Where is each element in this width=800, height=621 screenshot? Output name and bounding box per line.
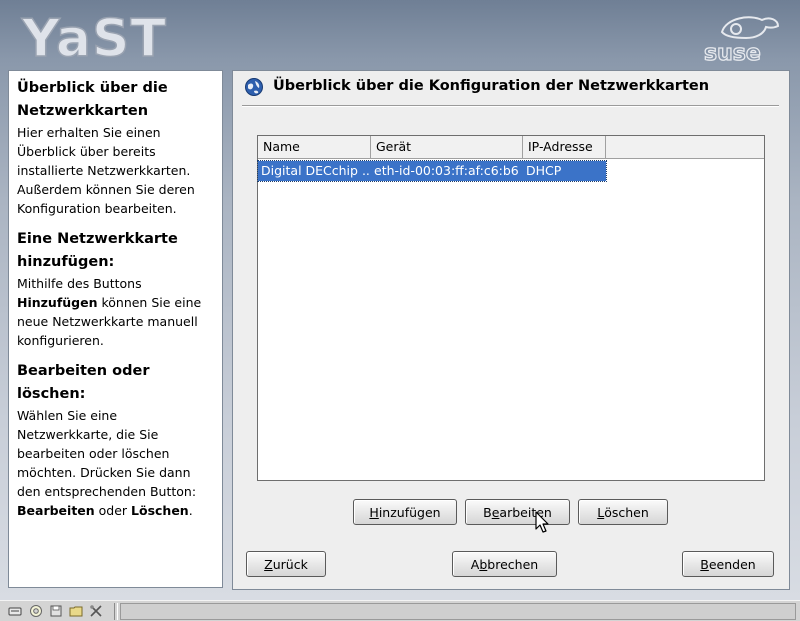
edit-button[interactable]: Be arbeiten	[465, 499, 570, 525]
page-title: Überblick über die Konfiguration der Net…	[273, 78, 710, 94]
column-header-filler	[606, 136, 764, 158]
column-header-ip[interactable]: IP-Adresse	[523, 136, 606, 158]
delete-button[interactable]: Löschen	[578, 499, 668, 525]
network-card-table[interactable]: Name Gerät IP-Adresse Digital DECchip ..…	[257, 135, 765, 481]
cancel-button[interactable]: Ab brechen	[452, 551, 557, 577]
svg-text:suse: suse	[704, 41, 761, 65]
back-button[interactable]: Zurück	[246, 551, 326, 577]
help-section2-text: Mithilfe des Buttons Hinzufügen können S…	[17, 276, 202, 348]
table-row[interactable]: Digital DECchip ... eth-id-00:03:ff:af:c…	[257, 160, 607, 182]
tools-icon[interactable]	[89, 604, 103, 618]
table-header: Name Gerät IP-Adresse	[258, 136, 764, 159]
cell-ip: DHCP	[526, 163, 562, 178]
lifebuoy-icon[interactable]	[29, 604, 43, 618]
suse-logo: suse	[703, 16, 780, 65]
network-globe-icon	[245, 78, 263, 96]
svg-text:YaST: YaST	[21, 9, 167, 66]
taskbar-separator	[114, 603, 118, 620]
yast-logo: YaST	[20, 8, 167, 66]
help-section1-text: Hier erhalten Sie einen Überblick über b…	[17, 125, 195, 216]
help-section1-title: Überblick über die Netzwerkkarten	[17, 80, 168, 119]
finish-button[interactable]: Beenden	[682, 551, 774, 577]
folder-icon[interactable]	[69, 604, 83, 618]
mouse-cursor-icon	[535, 511, 549, 533]
help-panel: Überblick über die Netzwerkkarten Hier e…	[8, 70, 223, 588]
main-panel: Überblick über die Konfiguration der Net…	[232, 70, 790, 590]
help-section2-title: Eine Netzwerkkarte hinzufügen:	[17, 231, 178, 270]
help-section3-title: Bearbeiten oder löschen:	[17, 363, 150, 402]
disk-icon[interactable]	[49, 604, 63, 618]
keyboard-icon[interactable]	[8, 604, 22, 618]
title-divider	[242, 105, 779, 107]
help-section3-text: Wählen Sie eine Netzwerkkarte, die Sie b…	[17, 408, 197, 518]
cell-name: Digital DECchip ...	[261, 163, 371, 178]
taskbar	[0, 600, 800, 621]
column-header-name[interactable]: Name	[258, 136, 371, 158]
column-header-device[interactable]: Gerät	[371, 136, 523, 158]
cell-device: eth-id-00:03:ff:af:c6:b6	[374, 163, 519, 178]
taskbar-task-area[interactable]	[120, 603, 796, 620]
add-button[interactable]: Hinzufügen	[353, 499, 457, 525]
